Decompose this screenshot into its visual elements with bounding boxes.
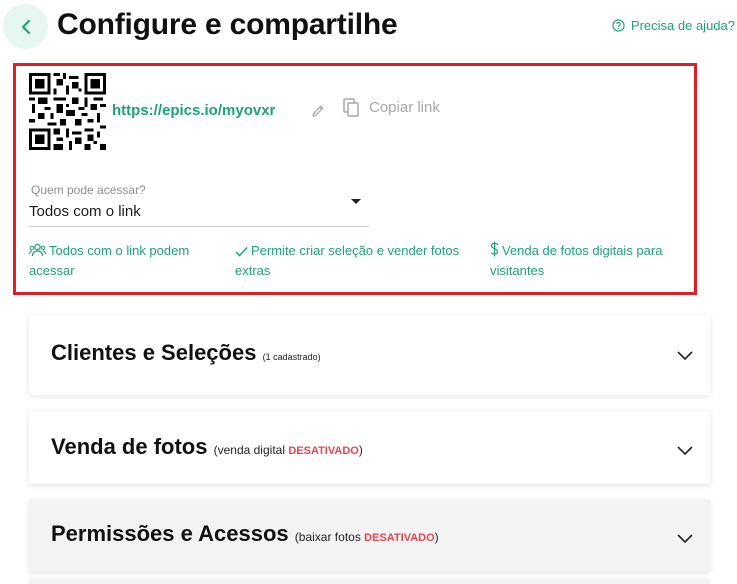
perms-status-text: (baixar fotos DESATIVADO) <box>294 530 439 544</box>
permissions-access-card[interactable]: Permissões e Acessos (baixar fotos DESAT… <box>29 500 710 572</box>
next-card-edge <box>29 578 710 584</box>
feature-link-access: Todos com o link podem acessar <box>29 241 229 281</box>
copy-link-label: Copiar link <box>369 99 440 116</box>
status-badge: DESATIVADO <box>288 445 359 457</box>
arrow-left-icon <box>21 19 30 34</box>
clients-selections-card[interactable]: Clientes e Seleções (1 cadastrado) <box>29 316 710 395</box>
dollar-icon <box>490 241 499 257</box>
feature-selection: Permite criar seleção e vender fotos ext… <box>235 241 475 281</box>
share-url-link[interactable]: https://epics.io/myovxr <box>112 102 275 119</box>
help-link[interactable]: Precisa de ajuda? <box>612 18 735 33</box>
check-icon <box>235 246 248 257</box>
share-panel: https://epics.io/myovxr Copiar link Quem… <box>13 63 697 295</box>
feature-digital-sales: Venda de fotos digitais para visitantes <box>490 241 695 281</box>
back-button[interactable] <box>3 4 48 49</box>
card-title: Permissões e Acessos (baixar fotos DESAT… <box>51 521 439 546</box>
feature-label: Todos com o link podem acessar <box>29 243 190 278</box>
chevron-down-icon <box>677 534 693 544</box>
photo-sales-card[interactable]: Venda de fotos (venda digital DESATIVADO… <box>29 411 710 484</box>
page-title: Configure e compartilhe <box>57 8 398 41</box>
feature-label: Permite criar seleção e vender fotos ext… <box>235 243 460 278</box>
caret-down-icon <box>351 199 361 204</box>
feature-label: Venda de fotos digitais para visitantes <box>490 243 663 278</box>
access-select[interactable]: Quem pode acessar? Todos com o link <box>29 179 369 227</box>
qr-code <box>29 73 106 150</box>
chevron-down-icon <box>677 351 693 361</box>
help-label: Precisa de ajuda? <box>630 18 735 33</box>
chevron-down-icon <box>677 446 693 456</box>
copy-link-button[interactable]: Copiar link <box>343 98 440 117</box>
edit-link-button[interactable] <box>309 102 327 120</box>
card-title: Venda de fotos (venda digital DESATIVADO… <box>51 434 363 459</box>
copy-icon <box>343 98 359 117</box>
help-circle-icon <box>612 19 625 32</box>
status-badge: DESATIVADO <box>364 532 435 544</box>
pencil-icon <box>312 105 324 117</box>
clients-count: (1 cadastrado) <box>262 352 321 362</box>
access-select-value: Todos com o link <box>29 203 141 220</box>
users-icon <box>29 243 46 257</box>
access-select-label: Quem pode acessar? <box>31 183 146 197</box>
card-title: Clientes e Seleções (1 cadastrado) <box>51 340 321 365</box>
sales-status-text: (venda digital DESATIVADO) <box>213 443 363 457</box>
